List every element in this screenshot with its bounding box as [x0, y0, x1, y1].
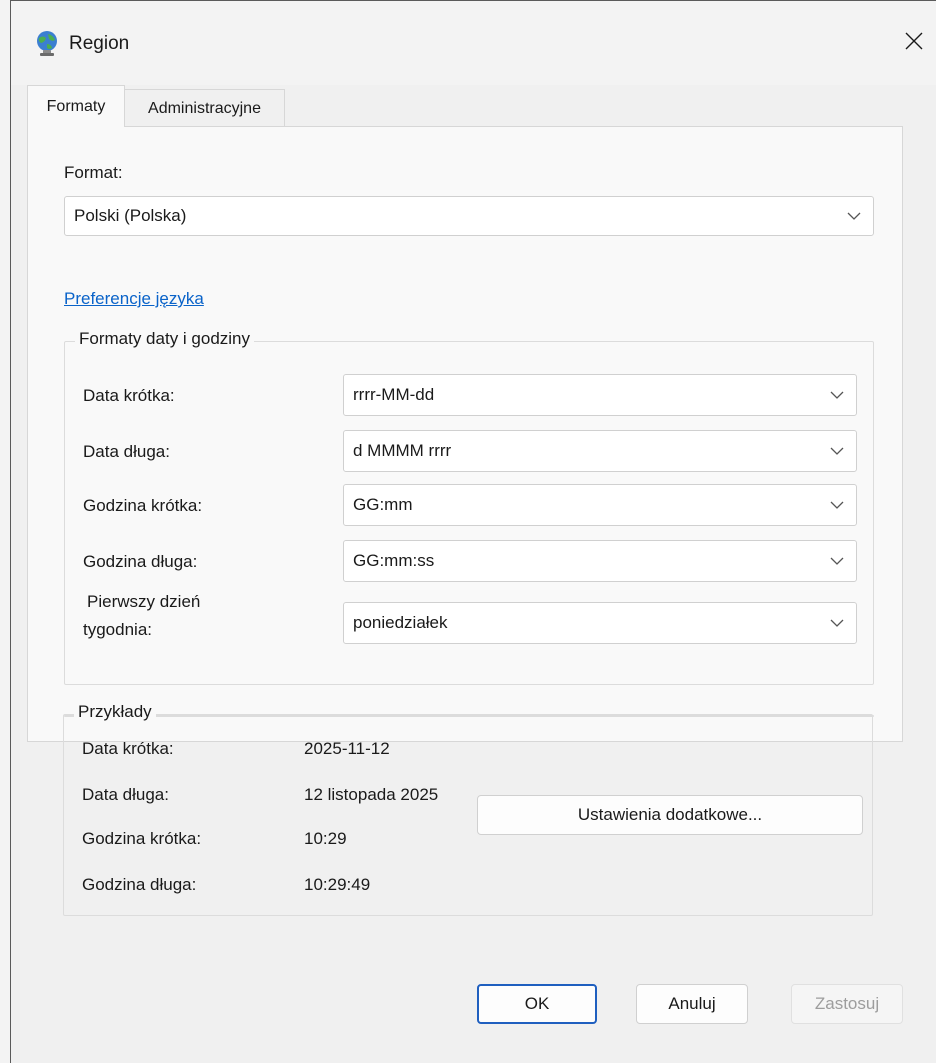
- chevron-down-icon: [830, 557, 844, 565]
- short-date-value: rrrr-MM-dd: [353, 385, 435, 404]
- chevron-down-icon: [830, 619, 844, 627]
- example-short-time-value: 10:29: [304, 829, 347, 848]
- long-time-label: Godzina długa:: [83, 552, 198, 571]
- ok-button[interactable]: OK: [477, 984, 597, 1024]
- example-long-date-label: Data długa:: [82, 785, 169, 804]
- short-date-select[interactable]: rrrr-MM-dd: [343, 374, 857, 416]
- close-button[interactable]: [891, 19, 936, 63]
- first-day-of-week-select[interactable]: poniedziałek: [343, 602, 857, 644]
- example-short-time-label: Godzina krótka:: [82, 829, 202, 848]
- date-time-formats-group: Formaty daty i godziny Data krótka: rrrr…: [64, 329, 874, 685]
- first-day-label-line1: Pierwszy dzień: [87, 592, 201, 611]
- tab-administracyjne[interactable]: Administracyjne: [125, 89, 285, 127]
- first-day-value: poniedziałek: [353, 613, 448, 632]
- apply-button[interactable]: Zastosuj: [791, 984, 903, 1024]
- chevron-down-icon: [830, 501, 844, 509]
- example-short-date-label: Data krótka:: [82, 739, 174, 758]
- title-bar: Region: [11, 1, 936, 85]
- example-long-date-value: 12 listopada 2025: [304, 785, 439, 804]
- first-day-label-line2: tygodnia:: [83, 620, 152, 639]
- tab-label: Formaty: [46, 97, 106, 115]
- short-time-value: GG:mm: [353, 495, 413, 514]
- short-time-select[interactable]: GG:mm: [343, 484, 857, 526]
- tab-panel-formaty: Format: Polski (Polska) Preferencje języ…: [27, 126, 903, 742]
- example-long-time-value: 10:29:49: [304, 875, 371, 894]
- format-label: Format:: [64, 163, 123, 182]
- chevron-down-icon: [830, 447, 844, 455]
- tab-formaty[interactable]: Formaty: [27, 85, 125, 127]
- apply-label: Zastosuj: [814, 994, 880, 1013]
- chevron-down-icon: [847, 212, 861, 220]
- additional-settings-label: Ustawienia dodatkowe...: [577, 805, 763, 824]
- long-date-label: Data długa:: [83, 442, 170, 461]
- format-select[interactable]: Polski (Polska): [64, 196, 874, 236]
- chevron-down-icon: [830, 391, 844, 399]
- region-dialog: Region Formaty Administracyjne Format: P…: [10, 0, 936, 1063]
- short-time-label: Godzina krótka:: [83, 496, 203, 515]
- long-date-value: d MMMM rrrr: [353, 441, 452, 460]
- long-time-select[interactable]: GG:mm:ss: [343, 540, 857, 582]
- long-date-select[interactable]: d MMMM rrrr: [343, 430, 857, 472]
- example-short-date-value: 2025-11-12: [304, 739, 390, 758]
- language-preferences-link[interactable]: Preferencje językа: [64, 289, 204, 309]
- additional-settings-button[interactable]: Ustawienia dodatkowe...: [477, 795, 863, 835]
- close-icon: [905, 32, 923, 50]
- short-date-label: Data krótka:: [83, 386, 175, 405]
- cancel-label: Anuluj: [668, 994, 716, 1013]
- tab-label: Administracyjne: [148, 99, 261, 117]
- example-long-time-label: Godzina długa:: [82, 875, 197, 894]
- cancel-button[interactable]: Anuluj: [636, 984, 748, 1024]
- format-value: Polski (Polska): [74, 206, 187, 225]
- group-legend: Przykłady: [74, 702, 156, 722]
- group-legend: Formaty daty i godziny: [75, 329, 255, 349]
- ok-label: OK: [524, 994, 550, 1013]
- long-time-value: GG:mm:ss: [353, 551, 435, 570]
- window-title: Region: [69, 33, 130, 54]
- globe-icon: [37, 31, 57, 56]
